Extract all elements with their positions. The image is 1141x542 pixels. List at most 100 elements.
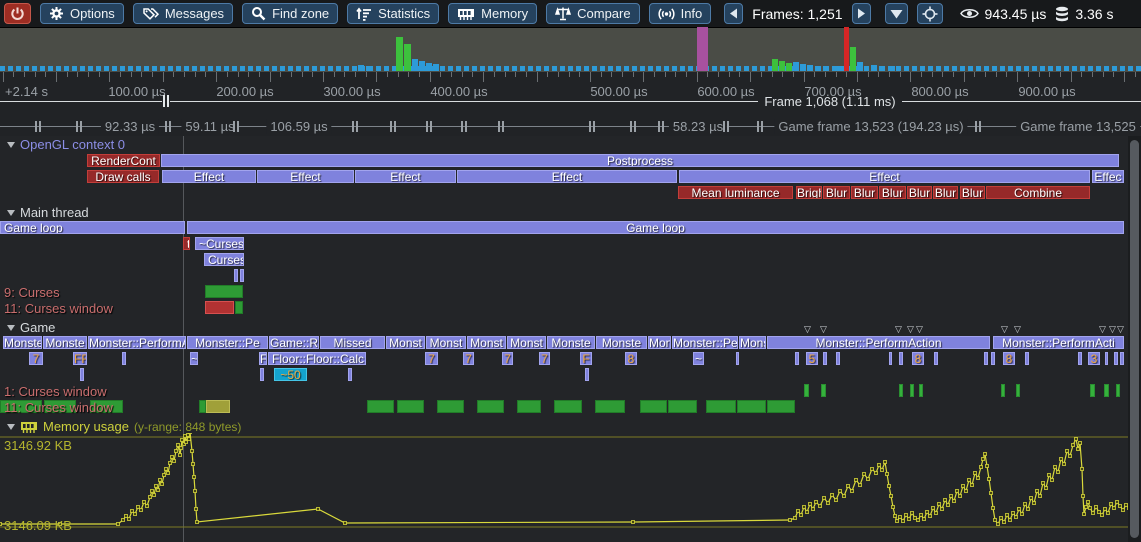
collapse-arrow-icon[interactable] [7, 210, 15, 216]
zone-bar[interactable] [205, 301, 234, 314]
zone-bar[interactable]: Missed [320, 336, 385, 349]
zone-bar[interactable]: Effect [162, 170, 256, 183]
zone-bar[interactable] [736, 352, 739, 365]
frame-image-marker-icon[interactable]: ▽ [895, 325, 902, 333]
zone-bar[interactable] [934, 352, 938, 365]
zone-bar[interactable]: Effec [1092, 170, 1124, 183]
zone-bar[interactable]: F [259, 352, 267, 365]
zone-bar[interactable] [80, 368, 84, 381]
zone-bar[interactable]: Floor::Floor::Calc [268, 352, 366, 365]
zone-bar[interactable] [991, 352, 995, 365]
zone-bar[interactable] [823, 352, 827, 365]
zone-bar[interactable] [199, 400, 206, 413]
section-header-memory[interactable]: Memory usage(y-range: 848 bytes) [7, 419, 241, 434]
zone-bar[interactable] [367, 400, 394, 413]
zone-bar[interactable] [260, 368, 264, 381]
zone-bar[interactable]: Monster::Pe [672, 336, 738, 349]
zone-bar[interactable] [1105, 352, 1108, 365]
zone-bar[interactable]: Blur [933, 186, 958, 199]
zone-bar[interactable] [348, 368, 352, 381]
zone-bar[interactable]: 8 [912, 352, 924, 365]
collapse-arrow-icon[interactable] [7, 424, 15, 430]
zone-bar[interactable]: Effect [457, 170, 677, 183]
toolbar-button-compare[interactable]: Compare [546, 3, 639, 24]
toolbar-button-info[interactable]: Info [649, 3, 712, 24]
power-button[interactable] [4, 3, 31, 24]
zone-bar[interactable]: ~50 [274, 368, 307, 381]
frames-next-button[interactable] [852, 3, 871, 24]
zone-bar[interactable] [595, 400, 625, 413]
frame-image-marker-icon[interactable]: ▽ [1099, 325, 1106, 333]
frame-image-marker-icon[interactable]: ▽ [1109, 325, 1116, 333]
frame-set-dropdown-button[interactable] [885, 3, 908, 24]
zone-bar[interactable]: Monste [596, 336, 647, 349]
zone-bar[interactable] [795, 352, 799, 365]
zone-bar[interactable]: RenderCont [87, 154, 160, 167]
frame-image-marker-icon[interactable]: ▽ [820, 325, 827, 333]
zone-bar[interactable]: Brigh [796, 186, 822, 199]
frame-image-marker-icon[interactable]: ▽ [804, 325, 811, 333]
zone-bar[interactable] [889, 352, 892, 365]
zone-bar[interactable] [205, 285, 243, 298]
zone-bar[interactable]: Blur [960, 186, 985, 199]
zone-bar[interactable]: Draw calls [87, 170, 159, 183]
zone-bar[interactable]: Game loop [187, 221, 1124, 234]
zone-bar[interactable] [585, 368, 589, 381]
zone-bar[interactable]: 7 [425, 352, 438, 365]
zone-bar[interactable] [240, 269, 244, 282]
zone-bar[interactable] [1104, 384, 1109, 397]
zone-bar[interactable]: Effect [355, 170, 456, 183]
zone-bar[interactable]: Mons [739, 336, 766, 349]
zone-bar[interactable]: 7 [502, 352, 513, 365]
zone-bar[interactable]: Blur [907, 186, 932, 199]
zone-bar[interactable] [910, 384, 914, 397]
zone-bar[interactable]: Mons [648, 336, 671, 349]
zone-bar[interactable] [1016, 384, 1020, 397]
zone-bar[interactable] [821, 384, 826, 397]
zone-bar[interactable]: Monster::PerformA [88, 336, 186, 349]
zone-bar[interactable] [919, 384, 923, 397]
toolbar-button-messages[interactable]: Messages [133, 3, 233, 24]
toolbar-button-memory[interactable]: Memory [448, 3, 537, 24]
zone-bar[interactable]: Mean luminance [678, 186, 793, 199]
toolbar-button-options[interactable]: Options [40, 3, 124, 24]
zone-bar[interactable] [235, 301, 243, 314]
zone-bar[interactable]: Effect [257, 170, 354, 183]
collapse-arrow-icon[interactable] [7, 325, 15, 331]
zone-bar[interactable]: Monst [386, 336, 425, 349]
zone-bar[interactable]: 7 [463, 352, 474, 365]
zone-bar[interactable] [1120, 352, 1124, 365]
zone-bar[interactable] [836, 352, 840, 365]
zone-bar[interactable]: Combine [986, 186, 1090, 199]
zone-bar[interactable] [437, 400, 464, 413]
zone-bar[interactable] [1025, 352, 1029, 365]
zone-bar[interactable]: Monste [43, 336, 87, 349]
frame-image-marker-icon[interactable]: ▽ [916, 325, 923, 333]
zone-bar[interactable]: 3 [1088, 352, 1100, 365]
zone-bar[interactable]: Postprocess [161, 154, 1119, 167]
zone-bar[interactable] [1116, 384, 1120, 397]
zone-bar[interactable]: F [580, 352, 592, 365]
frame-image-marker-icon[interactable]: ▽ [1014, 325, 1021, 333]
section-header-game[interactable]: Game [7, 320, 55, 335]
zone-bar[interactable] [668, 400, 697, 413]
zone-bar[interactable] [1114, 352, 1118, 365]
zone-bar[interactable] [234, 269, 238, 282]
zone-bar[interactable] [737, 400, 766, 413]
zone-bar[interactable]: Blur [823, 186, 850, 199]
zone-bar[interactable]: ~ [190, 352, 198, 365]
zoom-to-frame-button[interactable] [917, 3, 943, 24]
scrollbar-thumb[interactable] [1130, 140, 1139, 538]
zone-bar[interactable] [984, 352, 988, 365]
toolbar-button-find-zone[interactable]: Find zone [242, 3, 338, 24]
zone-bar[interactable] [899, 352, 903, 365]
frame-overview-strip[interactable] [0, 28, 1141, 72]
zone-bar[interactable]: 8 [1003, 352, 1015, 365]
zone-bar[interactable] [122, 352, 126, 365]
toolbar-button-statistics[interactable]: Statistics [347, 3, 439, 24]
section-header-main-thread[interactable]: Main thread [7, 205, 89, 220]
zone-bar[interactable]: Effect [679, 170, 1090, 183]
frame-image-marker-icon[interactable]: ▽ [1117, 325, 1124, 333]
zone-bar[interactable] [554, 400, 582, 413]
zone-bar[interactable]: 7 [539, 352, 550, 365]
